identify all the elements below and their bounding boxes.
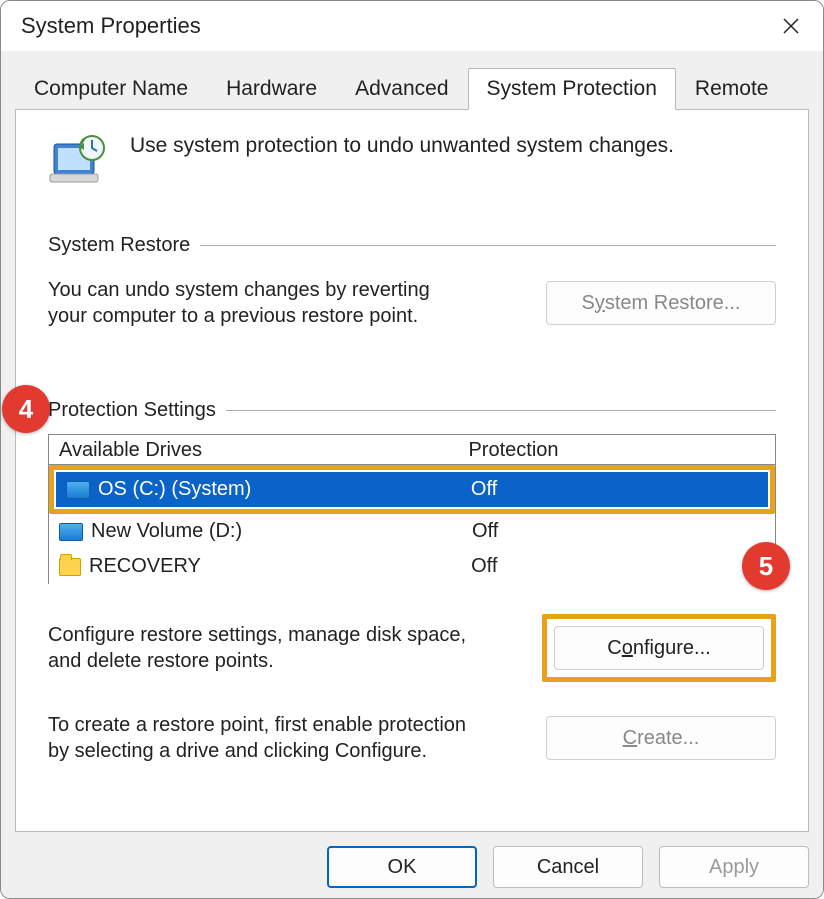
close-icon: [782, 17, 800, 35]
highlight-configure: Configure...: [542, 614, 776, 682]
group-protection-settings: 4 Protection Settings Available Drives P…: [48, 399, 776, 764]
divider: [226, 410, 776, 411]
col-protection: Protection: [468, 439, 765, 462]
titlebar: System Properties: [1, 1, 823, 51]
tab-system-protection[interactable]: System Protection: [468, 68, 676, 110]
create-description: To create a restore point, first enable …: [48, 712, 468, 764]
table-header: Available Drives Protection: [49, 435, 775, 465]
callout-4: 4: [2, 385, 50, 433]
dialog-footer: OK Cancel Apply: [15, 832, 809, 888]
table-row[interactable]: RECOVERY Off: [49, 549, 775, 584]
drives-table: Available Drives Protection OS (C:) (Sys…: [48, 434, 776, 584]
ok-button[interactable]: OK: [327, 846, 477, 888]
tab-advanced[interactable]: Advanced: [336, 68, 467, 110]
close-button[interactable]: [771, 6, 811, 46]
client-area: Computer Name Hardware Advanced System P…: [1, 51, 823, 899]
highlight-selected-drive: OS (C:) (System) Off: [49, 465, 775, 514]
apply-button[interactable]: Apply: [659, 846, 809, 888]
drive-name: RECOVERY: [89, 555, 463, 578]
system-restore-button[interactable]: System Restore...: [546, 281, 776, 325]
callout-5: 5: [742, 542, 790, 590]
window-title: System Properties: [21, 13, 201, 39]
system-properties-dialog: System Properties Computer Name Hardware…: [0, 0, 824, 899]
drive-name: New Volume (D:): [91, 520, 464, 543]
tab-strip: Computer Name Hardware Advanced System P…: [15, 65, 809, 109]
cancel-button[interactable]: Cancel: [493, 846, 643, 888]
drive-icon: [59, 523, 83, 541]
drive-icon: [66, 481, 90, 499]
group-title-settings: Protection Settings: [48, 399, 216, 422]
group-system-restore: System Restore You can undo system chang…: [48, 234, 776, 329]
drive-protection: Off: [471, 478, 758, 501]
create-button[interactable]: Create...: [546, 716, 776, 760]
table-row[interactable]: New Volume (D:) Off: [49, 514, 775, 549]
drive-protection: Off: [472, 520, 765, 543]
col-available-drives: Available Drives: [59, 439, 468, 462]
configure-button[interactable]: Configure...: [554, 626, 764, 670]
folder-icon: [59, 558, 81, 576]
configure-description: Configure restore settings, manage disk …: [48, 622, 468, 674]
tab-panel: Use system protection to undo unwanted s…: [15, 109, 809, 832]
tab-remote[interactable]: Remote: [676, 68, 788, 110]
intro-text: Use system protection to undo unwanted s…: [130, 134, 674, 158]
group-title-restore: System Restore: [48, 234, 190, 257]
table-row[interactable]: OS (C:) (System) Off: [56, 472, 768, 507]
drive-protection: Off: [471, 555, 765, 578]
intro-row: Use system protection to undo unwanted s…: [48, 130, 776, 194]
system-protection-icon: [48, 130, 112, 194]
tab-hardware[interactable]: Hardware: [207, 68, 336, 110]
restore-description: You can undo system changes by reverting…: [48, 277, 468, 329]
divider: [200, 245, 776, 246]
drive-name: OS (C:) (System): [98, 478, 463, 501]
tab-computer-name[interactable]: Computer Name: [15, 68, 207, 110]
